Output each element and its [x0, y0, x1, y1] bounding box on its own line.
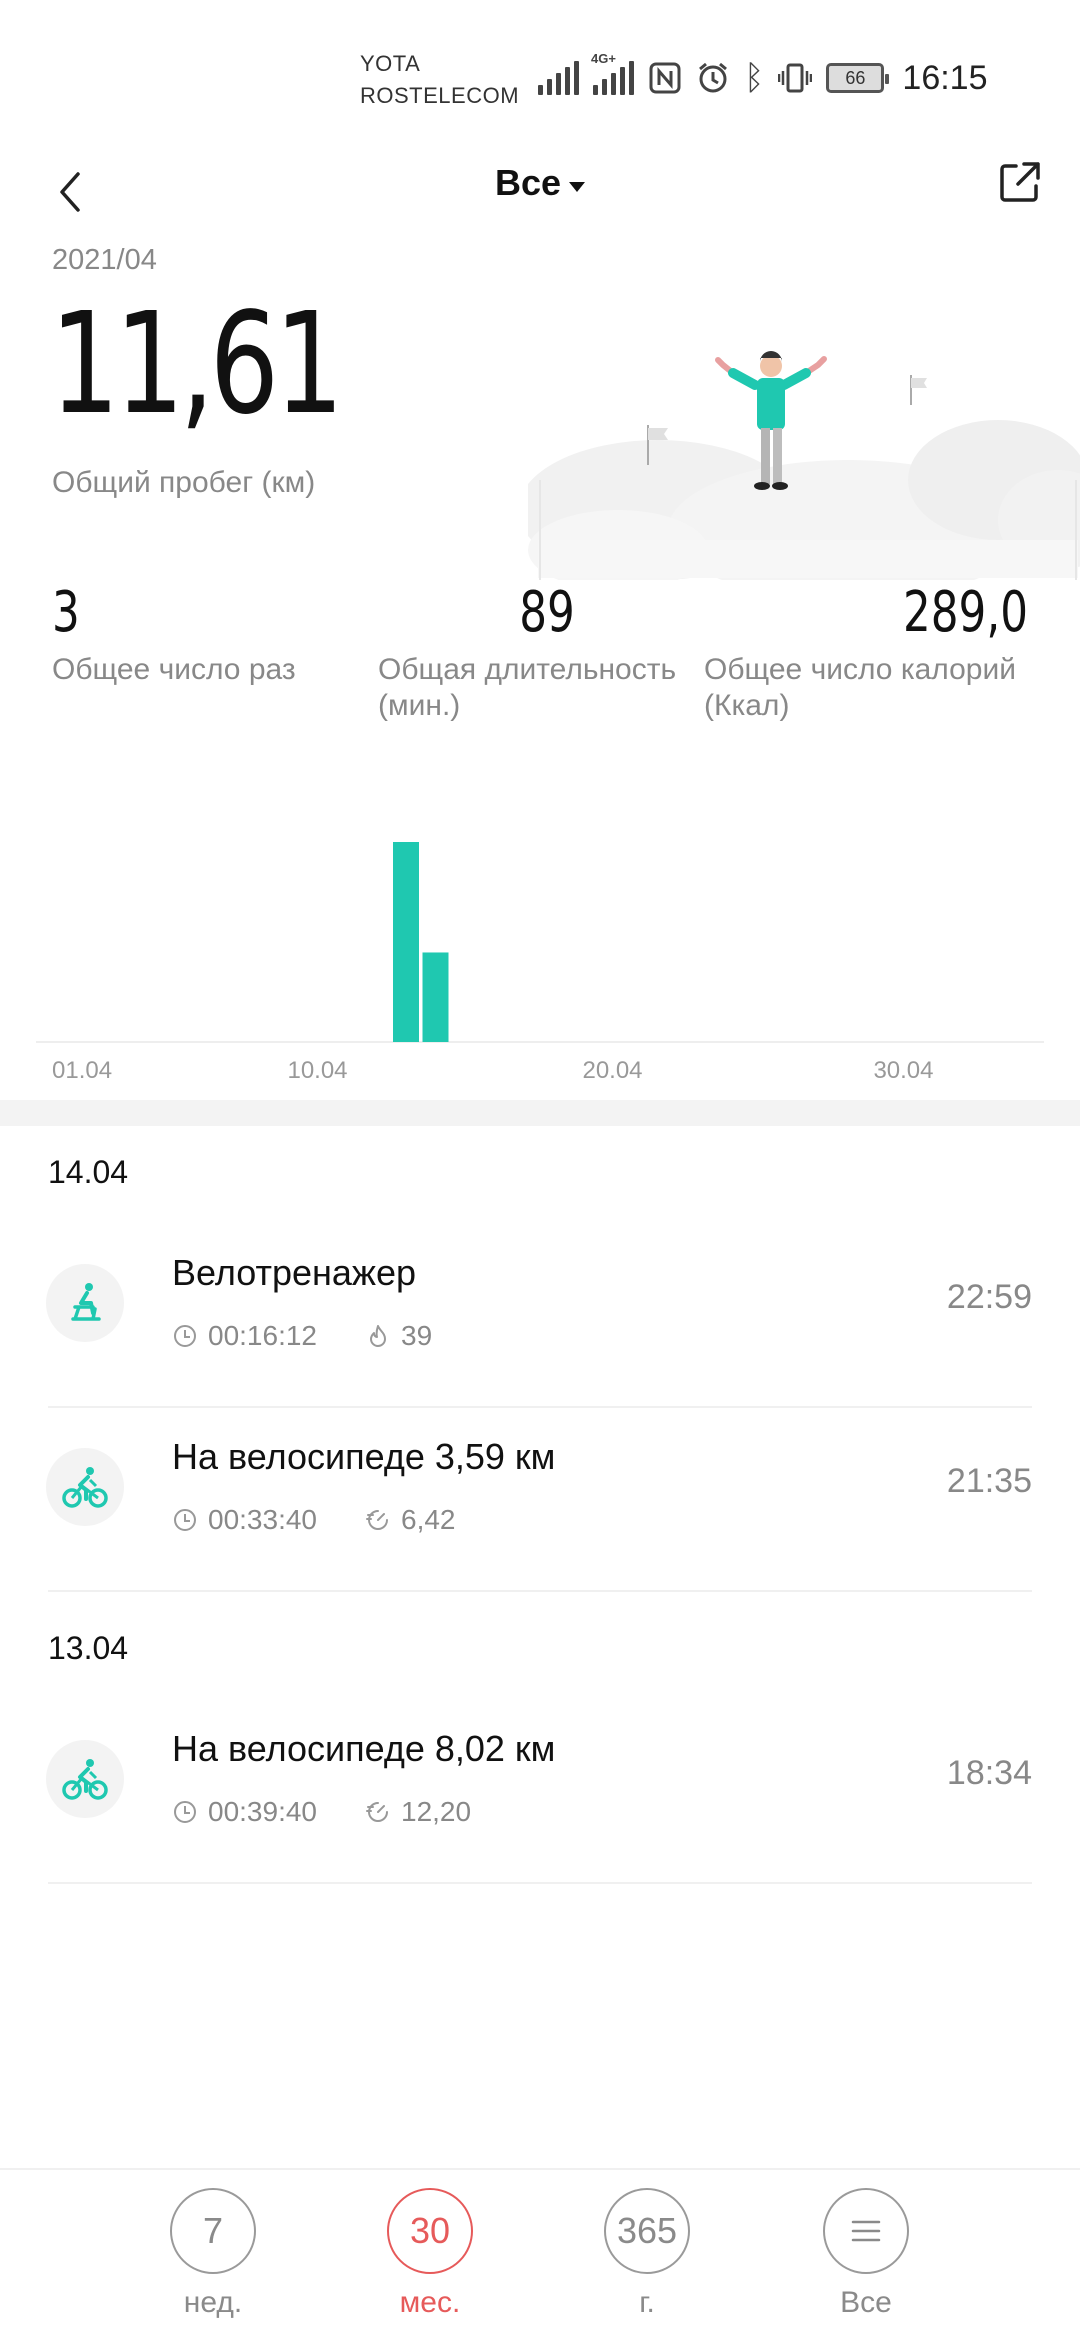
- separator: [48, 1882, 1032, 1884]
- speed-icon: [366, 1802, 388, 1822]
- tab-label: нед.: [183, 2286, 243, 2319]
- activity-calories: 39: [401, 1320, 433, 1351]
- tab-label: Все: [840, 2286, 892, 2319]
- stat-calories: 289,0 Общее число калорий (Ккал): [704, 580, 1044, 724]
- status-icons: 4G+ ᛒ 66 16:15: [538, 51, 988, 102]
- clock-icon: [174, 1801, 196, 1823]
- activity-duration: 00:16:12: [208, 1320, 317, 1351]
- total-distance-label: Общий пробег (км): [52, 466, 316, 499]
- battery-icon: 66: [826, 63, 890, 93]
- carrier-name: YOTA ROSTELECOM: [360, 48, 519, 112]
- activity-item[interactable]: На велосипеде 8,02 км 00:39:40 12,20 18:…: [0, 1700, 1080, 1884]
- chart-tick-label: 20.04: [582, 1057, 642, 1084]
- activity-time: 18:34: [946, 1754, 1032, 1792]
- stat-value: 89: [519, 580, 575, 645]
- chart-tick-label: 10.04: [287, 1057, 347, 1084]
- tab-number: 365: [616, 2210, 678, 2251]
- tab-number: 30: [409, 2210, 451, 2251]
- chart-bar[interactable]: [393, 842, 419, 1042]
- speed-icon: [366, 1510, 388, 1530]
- vibrate-icon: [778, 63, 813, 93]
- stat-value: 289,0: [902, 580, 1028, 645]
- tab-year[interactable]: 365 г.: [587, 2188, 707, 2320]
- signal-4g-icon: 4G+: [591, 51, 634, 95]
- activity-meta: 00:33:40 6,42: [172, 1504, 456, 1536]
- chart-tick-label: 30.04: [873, 1057, 933, 1084]
- tab-month-circle: 30: [387, 2188, 473, 2274]
- monthly-bar-chart: 01.04 10.04 20.04 30.04: [36, 842, 1044, 1084]
- day-header: 14.04: [48, 1154, 129, 1190]
- clock-icon: [174, 1325, 196, 1347]
- section-divider: [0, 1100, 1080, 1126]
- chart-bar[interactable]: [422, 952, 449, 1042]
- activity-duration: 00:33:40: [208, 1504, 317, 1535]
- tab-label: мес.: [399, 2286, 461, 2319]
- stat-count: 3 Общее число раз: [52, 580, 372, 688]
- activity-speed: 12,20: [401, 1796, 472, 1827]
- cycling-icon: [46, 1448, 124, 1526]
- share-button[interactable]: [998, 160, 1042, 204]
- activity-item[interactable]: На велосипеде 3,59 км 00:33:40 6,42 21:3…: [0, 1408, 1080, 1592]
- tab-month[interactable]: 30 мес.: [370, 2188, 490, 2320]
- stat-label: Общее число раз: [52, 653, 296, 686]
- activity-meta: 00:39:40 12,20: [172, 1796, 471, 1828]
- activity-item[interactable]: Велотренажер 00:16:12 39 22:59: [0, 1224, 1080, 1408]
- tab-week-circle: 7: [170, 2188, 256, 2274]
- signal-icon: [538, 61, 579, 95]
- dropdown-caret-icon: [569, 181, 586, 192]
- activity-name: На велосипеде 3,59 км: [172, 1436, 556, 1477]
- exercise-bike-icon: [46, 1264, 124, 1342]
- stat-label: Общая длительность (мин.): [378, 653, 677, 722]
- period-tab-bar: 7 нед. 30 мес. 365 г. Все: [0, 2168, 1080, 2340]
- bluetooth-icon: ᛒ: [744, 59, 765, 97]
- stat-duration: 89 Общая длительность (мин.): [378, 580, 708, 724]
- celebration-illustration: [528, 351, 1080, 580]
- activity-time: 22:59: [946, 1278, 1032, 1316]
- status-time: 16:15: [902, 58, 988, 97]
- stat-label: Общее число калорий (Ккал): [704, 653, 1017, 722]
- tab-all[interactable]: Все: [806, 2188, 926, 2320]
- tab-week[interactable]: 7 нед.: [153, 2188, 273, 2320]
- chart-tick-label: 01.04: [52, 1057, 112, 1084]
- activity-name: На велосипеде 8,02 км: [172, 1728, 556, 1769]
- battery-level: 66: [845, 67, 866, 88]
- cycling-icon: [46, 1740, 124, 1818]
- menu-icon: [851, 2220, 881, 2242]
- flame-icon: [370, 1325, 386, 1347]
- clock-icon: [174, 1509, 196, 1531]
- activity-speed: 6,42: [401, 1504, 456, 1535]
- network-type: 4G+: [591, 51, 616, 66]
- separator: [48, 1590, 1032, 1592]
- alarm-icon: [699, 62, 727, 93]
- summary-stats: 3 Общее число раз 89 Общая длительность …: [0, 580, 1080, 730]
- carrier-line-2: ROSTELECOM: [360, 83, 520, 108]
- activity-duration: 00:39:40: [208, 1796, 317, 1827]
- page-title: Все: [494, 162, 562, 203]
- tab-label: г.: [639, 2286, 655, 2319]
- nfc-icon: [649, 62, 681, 94]
- activity-time: 21:35: [946, 1462, 1032, 1500]
- total-distance-value: 11,61: [50, 283, 344, 446]
- period-label: 2021/04: [52, 244, 157, 276]
- tab-all-circle: [823, 2188, 909, 2274]
- header: Все: [0, 150, 1080, 270]
- status-bar: YOTA ROSTELECOM 4G+ ᛒ 66 16:15: [0, 0, 1080, 150]
- title-dropdown[interactable]: Все: [0, 162, 1080, 204]
- stat-value: 3: [52, 580, 80, 645]
- day-header: 13.04: [48, 1630, 129, 1666]
- share-icon: [1000, 162, 1040, 202]
- tab-number: 7: [202, 2210, 224, 2251]
- activity-meta: 00:16:12 39: [172, 1320, 432, 1352]
- activity-name: Велотренажер: [172, 1252, 417, 1293]
- carrier-line-1: YOTA: [360, 51, 421, 76]
- tab-year-circle: 365: [604, 2188, 690, 2274]
